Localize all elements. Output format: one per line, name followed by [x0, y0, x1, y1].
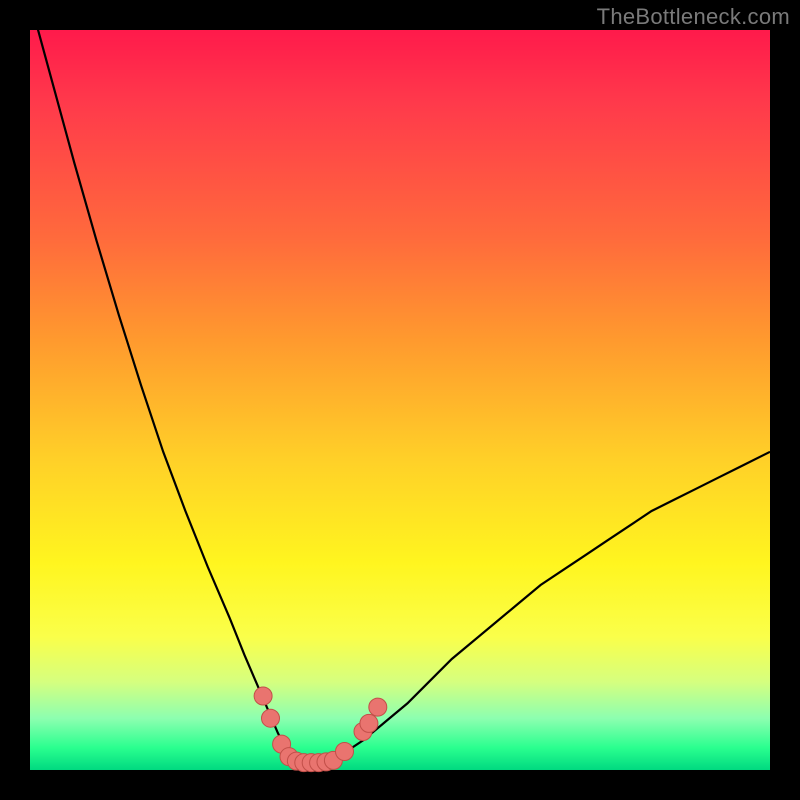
chart-svg	[30, 30, 770, 770]
watermark-text: TheBottleneck.com	[597, 4, 790, 30]
chart-marker	[262, 709, 280, 727]
chart-marker	[360, 714, 378, 732]
chart-marker	[369, 698, 387, 716]
chart-markers	[254, 687, 387, 772]
chart-plot-area	[30, 30, 770, 770]
bottleneck-curve	[30, 0, 770, 762]
chart-marker	[336, 743, 354, 761]
chart-marker	[254, 687, 272, 705]
chart-frame: TheBottleneck.com	[0, 0, 800, 800]
